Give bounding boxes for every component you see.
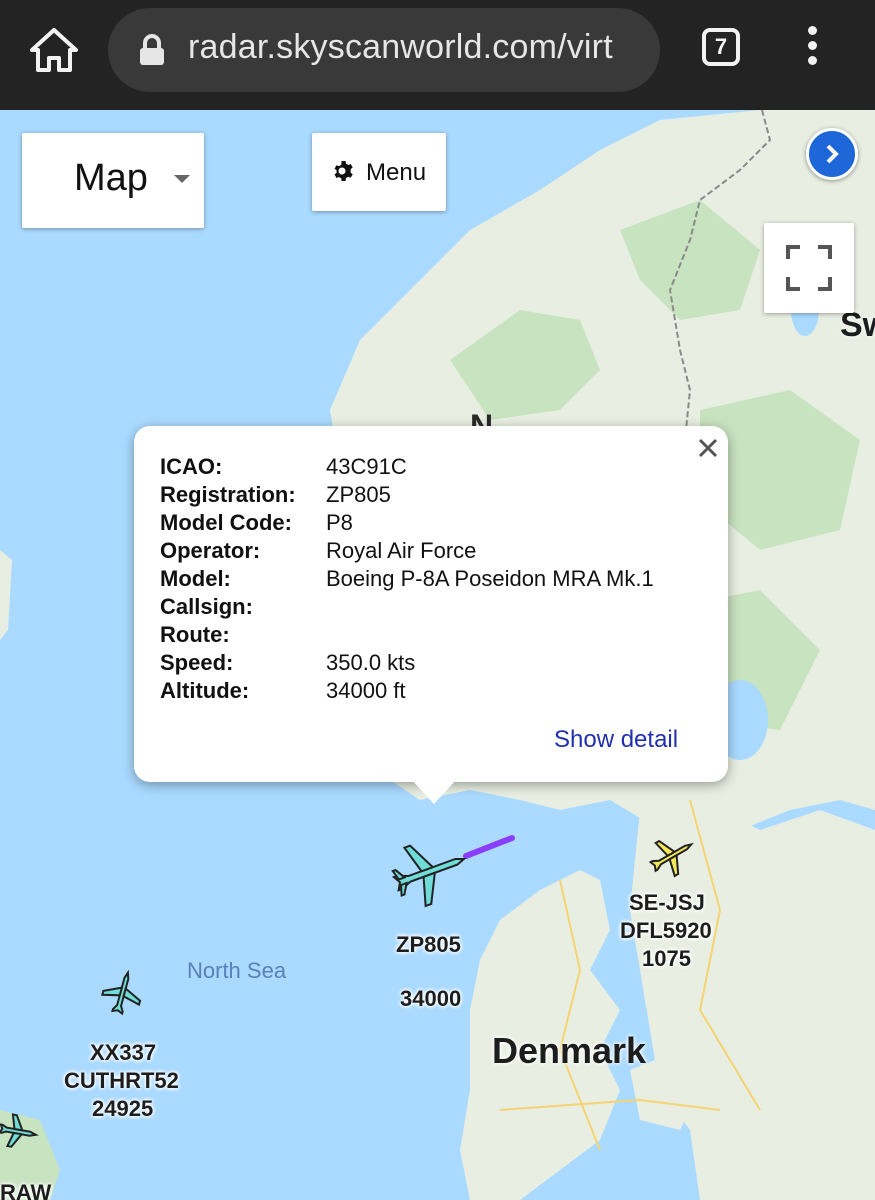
close-icon[interactable] xyxy=(694,434,722,462)
aircraft-label-altitude: 24925 xyxy=(92,1096,154,1121)
info-value: 43C91C xyxy=(326,454,407,479)
info-label: Registration: xyxy=(160,482,296,507)
aircraft-label-registration: ZP805 xyxy=(396,932,461,957)
info-label: ICAO: xyxy=(160,454,223,479)
tab-switcher-button[interactable]: 7 xyxy=(702,28,740,66)
map-view[interactable]: North Sea Denmark Sw N Map Menu ZP805 3 xyxy=(0,110,875,1200)
map-label-north-sea: North Sea xyxy=(187,958,287,983)
lock-icon xyxy=(140,34,164,65)
map-label-denmark: Denmark xyxy=(492,1030,647,1071)
browser-toolbar: radar.skyscanworld.com/virt 7 xyxy=(0,0,875,110)
address-bar[interactable]: radar.skyscanworld.com/virt xyxy=(108,8,660,92)
aircraft-label-registration: SE-JSJ xyxy=(629,890,705,915)
info-label: Callsign: xyxy=(160,594,253,619)
aircraft-label-altitude: 1075 xyxy=(642,946,691,971)
fullscreen-button[interactable] xyxy=(764,223,854,313)
aircraft-icon-zp805[interactable] xyxy=(388,828,474,914)
info-label: Model Code: xyxy=(160,510,292,535)
aircraft-icon-partial[interactable] xyxy=(0,1112,40,1152)
aircraft-info-popup: ICAO: 43C91C Registration: ZP805 Model C… xyxy=(134,426,728,782)
info-label: Altitude: xyxy=(160,678,250,703)
aircraft-label-callsign: CUTHRT52 xyxy=(64,1068,179,1093)
aircraft-icon-se-jsj[interactable] xyxy=(646,828,700,882)
aircraft-label-callsign: DFL5920 xyxy=(620,918,712,943)
info-value: ZP805 xyxy=(326,482,391,507)
info-value: P8 xyxy=(326,510,353,535)
menu-button[interactable]: Menu xyxy=(312,133,446,211)
info-label: Operator: xyxy=(160,538,261,563)
aircraft-icon-xx337[interactable] xyxy=(98,966,148,1016)
popup-pointer xyxy=(412,780,456,804)
expand-panel-button[interactable] xyxy=(806,128,858,180)
info-label: Route: xyxy=(160,622,230,647)
info-value: 34000 ft xyxy=(326,678,406,703)
info-value: Boeing P-8A Poseidon MRA Mk.1 xyxy=(326,566,654,591)
map-type-select[interactable]: Map xyxy=(22,133,204,228)
show-detail-link[interactable]: Show detail xyxy=(554,726,678,754)
aircraft-label-altitude: 34000 xyxy=(400,986,462,1011)
info-label: Speed: xyxy=(160,650,234,675)
fullscreen-icon xyxy=(786,245,832,291)
url-text: radar.skyscanworld.com/virt xyxy=(188,28,613,66)
menu-label: Menu xyxy=(366,159,427,186)
info-value: Royal Air Force xyxy=(326,538,477,563)
gear-icon xyxy=(334,161,353,181)
info-label: Model: xyxy=(160,566,231,591)
home-icon[interactable] xyxy=(28,24,80,76)
more-options-icon[interactable] xyxy=(800,26,824,70)
chevron-down-icon xyxy=(174,175,190,183)
chevron-right-icon xyxy=(826,144,839,164)
map-type-label: Map xyxy=(74,157,148,199)
aircraft-label-registration: RAW xyxy=(0,1180,52,1200)
info-value: 350.0 kts xyxy=(326,650,416,675)
aircraft-label-registration: XX337 xyxy=(90,1040,157,1065)
